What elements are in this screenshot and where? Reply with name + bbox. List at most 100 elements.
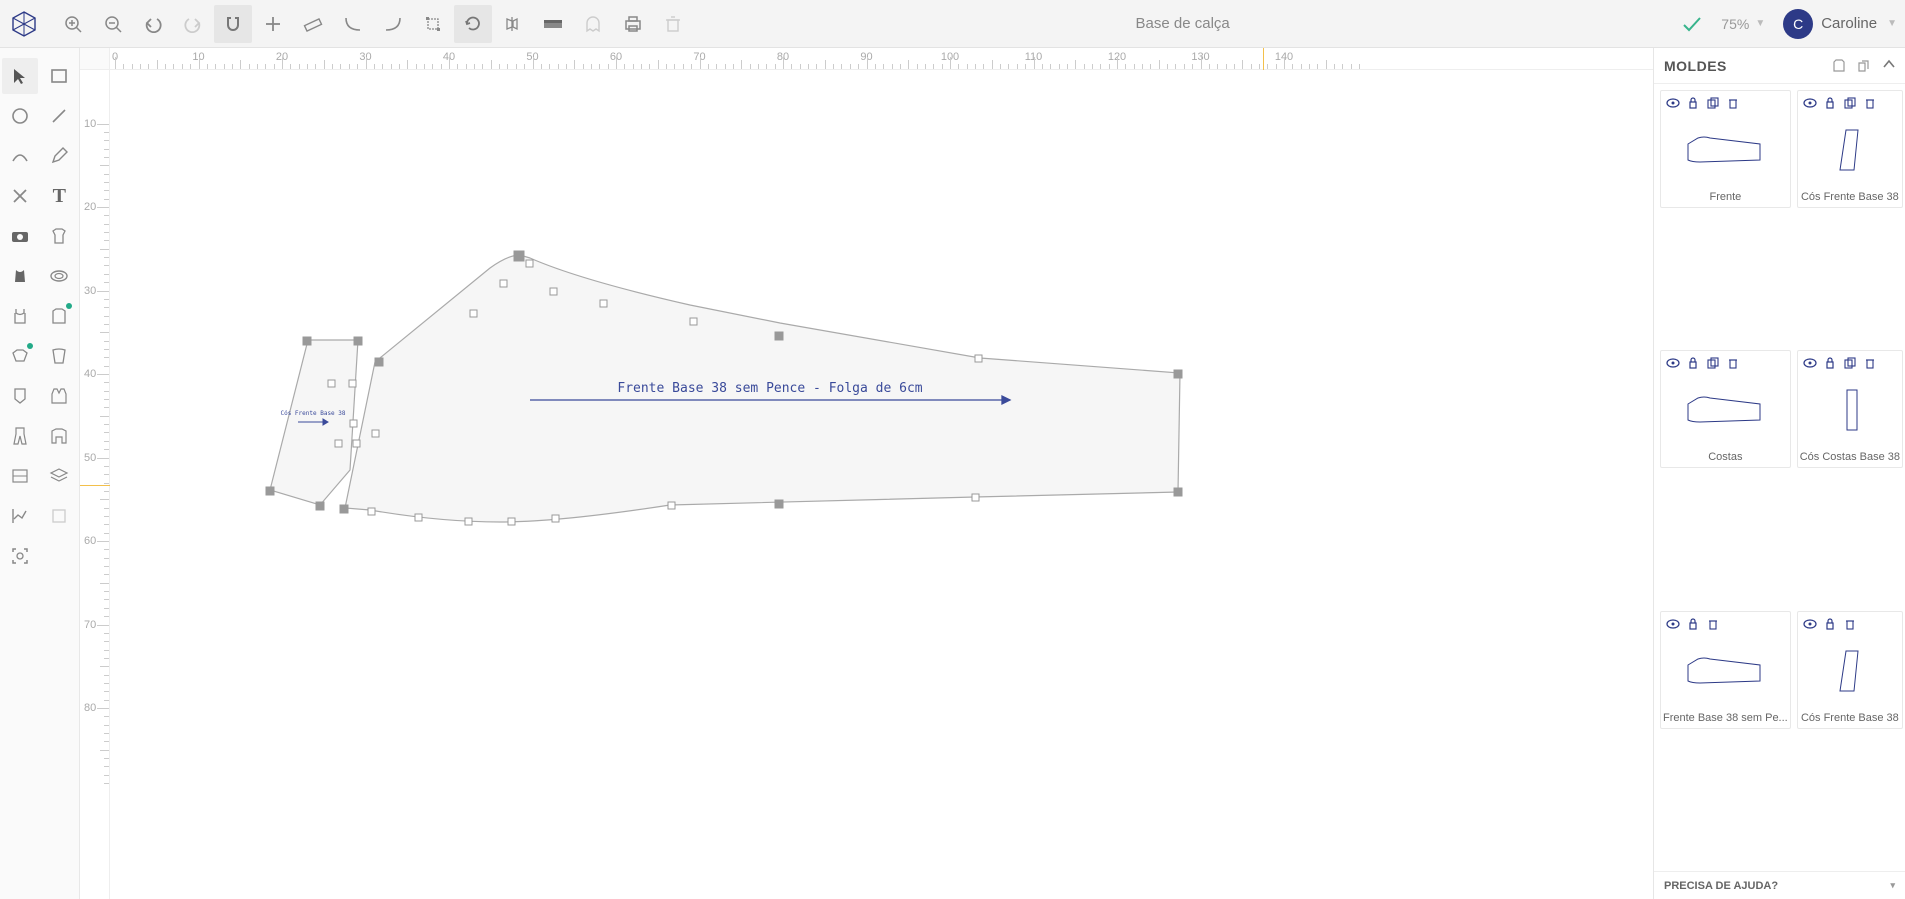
- mold-card[interactable]: Cós Costas Base 38: [1797, 350, 1903, 468]
- circle-tool[interactable]: [2, 98, 38, 134]
- zoom-select[interactable]: 75% ▼: [1721, 16, 1765, 32]
- copy-icon[interactable]: [1705, 355, 1721, 371]
- rectangle-tool[interactable]: [41, 58, 77, 94]
- curve-left-icon: [343, 15, 363, 33]
- zoom-out-button[interactable]: [94, 5, 132, 43]
- lock-icon[interactable]: [1822, 616, 1838, 632]
- user-menu[interactable]: C Caroline ▼: [1783, 9, 1897, 39]
- pocket-icon: [12, 387, 28, 405]
- help-bar[interactable]: PRECISA DE AJUDA? ▾: [1654, 871, 1905, 899]
- lock-icon[interactable]: [1822, 95, 1838, 111]
- line-tool[interactable]: [41, 98, 77, 134]
- camera-tool[interactable]: [2, 218, 38, 254]
- redo-icon: [183, 15, 203, 33]
- jacket-tool[interactable]: [41, 418, 77, 454]
- copy-icon[interactable]: [1705, 95, 1721, 111]
- zoom-value: 75%: [1721, 16, 1749, 32]
- panel-header: MOLDES: [1654, 48, 1905, 84]
- fabric-tool[interactable]: [41, 498, 77, 534]
- bodice-tool[interactable]: [2, 258, 38, 294]
- mold-label: Frente Base 38 sem Pe...: [1661, 710, 1790, 728]
- pencil-tool[interactable]: [41, 138, 77, 174]
- mold-card[interactable]: Cós Frente Base 38: [1797, 611, 1903, 729]
- curve-a-button[interactable]: [334, 5, 372, 43]
- measure-button[interactable]: [294, 5, 332, 43]
- lock-icon[interactable]: [1685, 616, 1701, 632]
- check-icon: [1681, 14, 1703, 34]
- rotate-button[interactable]: [454, 5, 492, 43]
- line-icon: [50, 107, 68, 125]
- eye-icon[interactable]: [1665, 95, 1681, 111]
- transform-icon: [423, 14, 443, 34]
- redo-button[interactable]: [174, 5, 212, 43]
- copy-icon[interactable]: [1842, 95, 1858, 111]
- layers-tool[interactable]: [41, 458, 77, 494]
- eye-icon[interactable]: [1665, 616, 1681, 632]
- app-logo[interactable]: [8, 8, 40, 40]
- tape-tool[interactable]: [41, 258, 77, 294]
- seam-button[interactable]: [534, 5, 572, 43]
- curveline-icon: [11, 147, 29, 165]
- delete-button[interactable]: [654, 5, 692, 43]
- mold-label: Cós Frente Base 38: [1798, 710, 1902, 728]
- snap-button[interactable]: [214, 5, 252, 43]
- shirt-tool[interactable]: [41, 218, 77, 254]
- flat-tool[interactable]: [2, 458, 38, 494]
- lock-icon[interactable]: [1822, 355, 1838, 371]
- curve-b-button[interactable]: [374, 5, 412, 43]
- focus-tool[interactable]: [2, 538, 38, 574]
- mold-card[interactable]: Cós Frente Base 38: [1797, 90, 1903, 208]
- trash-icon[interactable]: [1842, 616, 1858, 632]
- eye-icon[interactable]: [1802, 95, 1818, 111]
- chevron-down-icon: ▾: [1890, 880, 1895, 891]
- print-button[interactable]: [614, 5, 652, 43]
- trash-icon[interactable]: [1725, 95, 1741, 111]
- lock-icon[interactable]: [1685, 355, 1701, 371]
- eye-icon[interactable]: [1665, 355, 1681, 371]
- panel-collapse-icon[interactable]: [1883, 59, 1895, 73]
- trash-icon[interactable]: [1862, 95, 1878, 111]
- confirm-button[interactable]: [1673, 5, 1711, 43]
- mirror-button[interactable]: [494, 5, 532, 43]
- layers-icon: [49, 467, 69, 485]
- pants-tool[interactable]: [2, 418, 38, 454]
- add-point-button[interactable]: [254, 5, 292, 43]
- left-toolbox: T: [0, 48, 80, 899]
- tank-tool[interactable]: [2, 298, 38, 334]
- trash-icon[interactable]: [1705, 616, 1721, 632]
- select-tool[interactable]: [2, 58, 38, 94]
- collar-tool[interactable]: [2, 338, 38, 374]
- sleeve-tool[interactable]: [41, 338, 77, 374]
- pants-icon: [11, 426, 29, 446]
- canvas-area[interactable]: 0102030405060708090100110120130140 10203…: [80, 48, 1653, 899]
- zoom-in-button[interactable]: [54, 5, 92, 43]
- vest-tool[interactable]: [41, 378, 77, 414]
- eye-icon[interactable]: [1802, 616, 1818, 632]
- plus-icon: [264, 15, 282, 33]
- document-title[interactable]: Base de calça: [1083, 15, 1283, 32]
- pocket-tool[interactable]: [2, 378, 38, 414]
- ruler-corner: [80, 48, 110, 70]
- trash-icon[interactable]: [1862, 355, 1878, 371]
- mold-card[interactable]: Frente: [1660, 90, 1791, 208]
- ghost-button[interactable]: [574, 5, 612, 43]
- lock-icon[interactable]: [1685, 95, 1701, 111]
- blouse-tool[interactable]: [41, 298, 77, 334]
- panel-title: MOLDES: [1664, 58, 1727, 74]
- curve-tool[interactable]: [2, 138, 38, 174]
- eye-icon[interactable]: [1802, 355, 1818, 371]
- mold-card[interactable]: Frente Base 38 sem Pe...: [1660, 611, 1791, 729]
- copy-icon[interactable]: [1842, 355, 1858, 371]
- transform-button[interactable]: [414, 5, 452, 43]
- panel-copy-icon[interactable]: [1857, 59, 1873, 73]
- canvas-viewport[interactable]: Frente Base 38 sem Pence - Folga de 6cm …: [110, 70, 1653, 899]
- text-tool[interactable]: T: [41, 178, 77, 214]
- cut-tool[interactable]: [2, 178, 38, 214]
- pattern-small-label: Cós Frente Base 38: [280, 410, 345, 417]
- rectangle-icon: [50, 68, 68, 84]
- undo-button[interactable]: [134, 5, 172, 43]
- mold-card[interactable]: Costas: [1660, 350, 1791, 468]
- panel-shirt-icon[interactable]: [1831, 59, 1847, 73]
- chart-tool[interactable]: [2, 498, 38, 534]
- trash-icon[interactable]: [1725, 355, 1741, 371]
